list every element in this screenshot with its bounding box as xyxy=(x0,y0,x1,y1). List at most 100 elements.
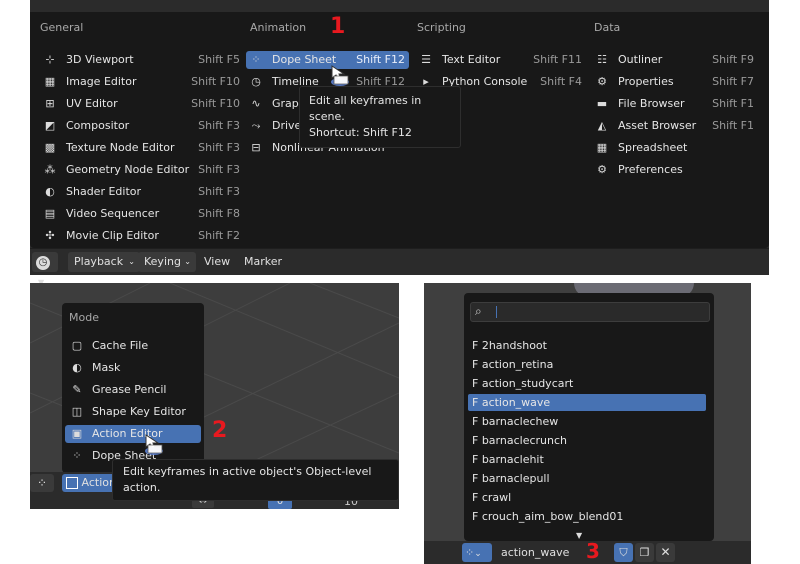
action-list-item[interactable]: F barnaclechew xyxy=(468,413,706,430)
dope-sheet-icon[interactable]: ⁘ xyxy=(30,474,54,492)
menu-item-shortcut: Shift F10 xyxy=(191,97,240,110)
menu-item-shader-editor[interactable]: ◐ Shader Editor Shift F3 xyxy=(44,183,240,201)
menu-item-preferences[interactable]: ⚙ Preferences xyxy=(596,161,754,179)
menu-item-label: Texture Node Editor xyxy=(66,141,175,154)
3d-viewport-icon: ⊹ xyxy=(45,53,55,66)
spreadsheet-icon: ▦ xyxy=(596,141,608,154)
mode-item-mask[interactable]: ◐ Mask xyxy=(65,359,201,377)
texture-node-icon: ▩ xyxy=(44,141,56,154)
action-list-item[interactable]: F action_retina xyxy=(468,356,706,373)
dope-sheet-tooltip: Edit all keyframes in scene. Shortcut: S… xyxy=(299,86,461,148)
action-name-field[interactable]: action_wave xyxy=(494,543,621,562)
menu-item-label: Preferences xyxy=(618,163,683,176)
action-header: ⁘⌄ action_wave 3 ⛉ ❐ ✕ xyxy=(424,539,751,564)
column-header-scripting: Scripting xyxy=(417,21,466,34)
view-menu[interactable]: View xyxy=(198,252,236,272)
cache-file-icon: ▢ xyxy=(71,339,83,352)
chevron-down-icon: ⌄ xyxy=(184,257,191,266)
outliner-icon: ☷ xyxy=(597,53,607,66)
playback-menu[interactable]: Playback ⌄ xyxy=(68,252,140,272)
menu-item-compositor[interactable]: ◩ Compositor Shift F3 xyxy=(44,117,240,135)
hand-cursor-icon xyxy=(145,434,163,455)
menu-item-label: Image Editor xyxy=(66,75,137,88)
action-list-item[interactable]: F barnaclecrunch xyxy=(468,432,706,449)
menu-item-shortcut: Shift F7 xyxy=(712,75,754,88)
menu-item-label: Shader Editor xyxy=(66,185,142,198)
file-browser-icon: ▬ xyxy=(596,97,608,110)
tooltip-description: Edit all keyframes in scene. xyxy=(309,94,422,123)
action-list-item[interactable]: F crawl xyxy=(468,489,706,506)
shield-icon[interactable]: ⛉ xyxy=(614,543,633,562)
menu-item-outliner[interactable]: ☷ Outliner Shift F9 xyxy=(596,51,754,69)
editor-type-button[interactable]: ◷▼ xyxy=(32,252,58,287)
action-list-item[interactable]: F 2handshoot xyxy=(468,337,706,354)
column-header-data: Data xyxy=(594,21,621,34)
action-list-item[interactable]: F action_studycart xyxy=(468,375,706,392)
menu-item-text-editor[interactable]: ☰ Text Editor Shift F11 xyxy=(420,51,582,69)
menu-item-properties[interactable]: ⚙ Properties Shift F7 xyxy=(596,73,754,91)
action-browser-panel: ⌕ F 2handshoot F action_retina F action_st… xyxy=(424,283,751,564)
mode-item-action-editor[interactable]: ▣ Action Editor xyxy=(65,425,201,443)
movie-clip-icon: ✣ xyxy=(45,229,55,242)
menu-item-asset-browser[interactable]: ◭ Asset Browser Shift F1 xyxy=(596,117,754,135)
column-header-animation: Animation xyxy=(250,21,307,34)
video-sequencer-icon: ▤ xyxy=(44,207,56,220)
dope-sheet-icon: ⁘ xyxy=(251,53,261,66)
menu-item-image-editor[interactable]: ▦ Image Editor Shift F10 xyxy=(44,73,240,91)
mode-selector-label: Action xyxy=(81,476,116,489)
mode-menu-title: Mode xyxy=(69,311,99,324)
menu-item-movie-clip-editor[interactable]: ✣ Movie Clip Editor Shift F2 xyxy=(44,227,240,245)
action-list-item[interactable]: F barnaclehit xyxy=(468,451,706,468)
menu-item-spreadsheet[interactable]: ▦ Spreadsheet xyxy=(596,139,754,157)
mode-item-shape-key-editor[interactable]: ◫ Shape Key Editor xyxy=(65,403,201,421)
keying-label: Keying xyxy=(144,255,181,268)
chevron-down-icon: ⌄ xyxy=(128,257,135,266)
menu-item-file-browser[interactable]: ▬ File Browser Shift F1 xyxy=(596,95,754,113)
menu-item-shortcut: Shift F4 xyxy=(540,75,582,88)
close-icon[interactable]: ✕ xyxy=(656,543,675,562)
action-list-item[interactable]: F barnaclepull xyxy=(468,470,706,487)
uv-editor-icon: ⊞ xyxy=(45,97,55,110)
menu-item-label: Compositor xyxy=(66,119,130,132)
action-editor-tooltip: Edit keyframes in active object's Object… xyxy=(112,459,399,501)
menu-item-geometry-node-editor[interactable]: ⁂ Geometry Node Editor Shift F3 xyxy=(44,161,241,179)
chevron-down-icon: ⌄ xyxy=(474,549,482,559)
action-search-dropdown: ⌕ F 2handshoot F action_retina F action_st… xyxy=(464,293,714,541)
menu-item-video-sequencer[interactable]: ▤ Video Sequencer Shift F8 xyxy=(44,205,240,223)
menu-item-texture-node-editor[interactable]: ▩ Texture Node Editor Shift F3 xyxy=(44,139,240,157)
menu-item-shortcut: Shift F8 xyxy=(198,207,240,220)
menu-item-label: Properties xyxy=(618,75,674,88)
menu-item-shortcut: Shift F10 xyxy=(191,75,240,88)
menu-item-3d-viewport[interactable]: ⊹ 3D Viewport Shift F5 xyxy=(44,51,240,69)
action-browse-button[interactable]: ⁘⌄ xyxy=(462,543,492,562)
playback-label: Playback xyxy=(74,255,124,268)
search-box[interactable]: ⌕ xyxy=(470,302,710,322)
shape-key-editor-icon: ◫ xyxy=(71,405,83,418)
asset-browser-icon: ◭ xyxy=(597,119,607,132)
column-header-general: General xyxy=(40,21,84,34)
menu-item-label: 3D Viewport xyxy=(66,53,134,66)
action-list-item[interactable]: F action_wave xyxy=(468,394,706,411)
menu-item-shortcut: Shift F11 xyxy=(533,53,582,66)
copy-icon[interactable]: ❐ xyxy=(635,543,654,562)
marker-menu[interactable]: Marker xyxy=(238,252,288,272)
mode-selector[interactable]: Action xyxy=(62,474,116,492)
editor-header-bar: ◷▼ Playback⌄ Keying⌄ View Marker xyxy=(30,248,769,287)
mode-item-cache-file[interactable]: ▢ Cache File xyxy=(65,337,201,355)
action-list-item[interactable]: F crouch_aim_bow_blend01 xyxy=(468,508,706,525)
menu-item-label: Text Editor xyxy=(442,53,501,66)
menu-item-uv-editor[interactable]: ⊞ UV Editor Shift F10 xyxy=(44,95,240,113)
text-editor-icon: ☰ xyxy=(421,53,431,66)
mode-item-grease-pencil[interactable]: ✎ Grease Pencil xyxy=(65,381,201,399)
properties-icon: ⚙ xyxy=(597,75,607,88)
clock-icon: ◷ xyxy=(36,256,50,270)
menu-item-label: Spreadsheet xyxy=(618,141,688,154)
action-editor-icon: ▣ xyxy=(71,427,83,440)
nonlinear-animation-icon: ⊟ xyxy=(251,141,261,154)
mode-menu-panel: Mode ▢ Cache File ◐ Mask ✎ Grease Pencil ◫ Shap… xyxy=(30,283,399,509)
keying-menu[interactable]: Keying ⌄ xyxy=(138,252,196,272)
drivers-icon: ⤳ xyxy=(251,119,261,132)
scroll-down-icon[interactable]: ▼ xyxy=(576,531,582,540)
hand-cursor-icon xyxy=(331,65,349,86)
text-caret xyxy=(496,306,497,318)
